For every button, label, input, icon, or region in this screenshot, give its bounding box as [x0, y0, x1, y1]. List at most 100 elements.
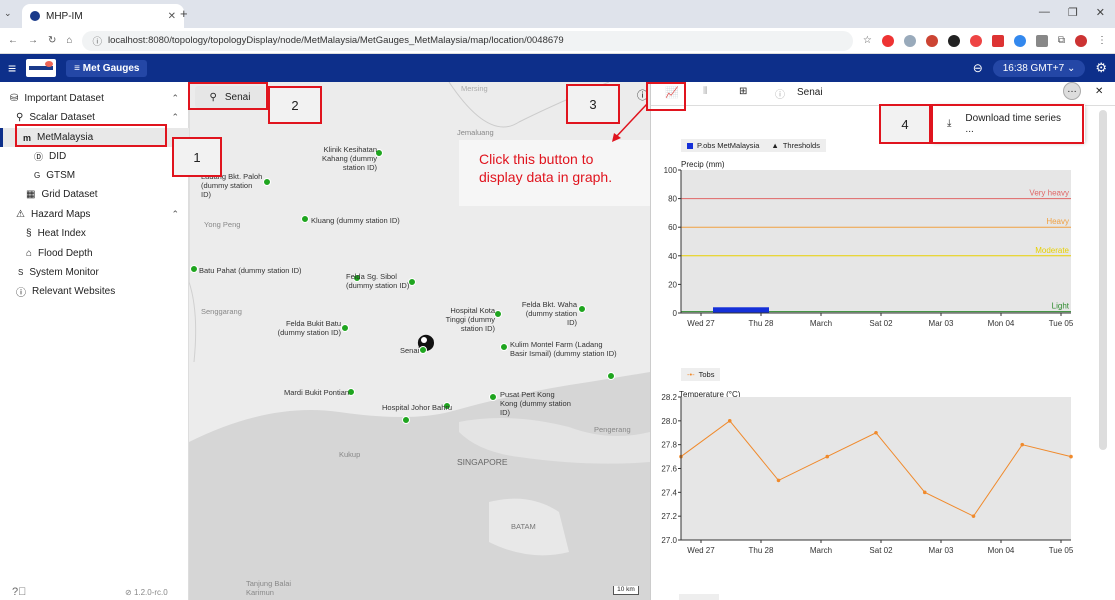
annotation-number-text: 3 — [589, 96, 597, 112]
annotation-number-text: 1 — [193, 149, 201, 165]
browser-tab[interactable]: MHP-IM ✕ — [22, 4, 184, 28]
table-view-icon[interactable]: ⊞ — [739, 86, 747, 97]
precip-chart[interactable]: 0 20 40 60 80 100 Very heavy Heavy Moderate Light… — [651, 167, 1115, 337]
tab-menu-chevron-icon[interactable]: ⌄ — [4, 8, 12, 19]
station-marker[interactable] — [263, 178, 271, 186]
panel-scrollbar[interactable] — [1099, 110, 1107, 450]
hamburger-menu-icon[interactable]: ≡ — [8, 60, 16, 76]
station-label: Hospital Johor Bahru — [382, 403, 453, 412]
home-icon[interactable]: ⌂ — [66, 35, 72, 46]
selected-station-label: Senai — [400, 346, 420, 355]
y-tick-label: 0 — [673, 309, 678, 318]
x-tick-label: Tue 05 — [1049, 546, 1074, 555]
chart-panel: ⓘ 📈 ⦀ ⊞ ⓘ Senai … ✕ ⤓ Download time seri… — [637, 82, 1115, 600]
browser-tab-strip: ⌄ MHP-IM ✕ + — ❐ ✕ — [0, 0, 1115, 28]
bookmark-star-icon[interactable]: ☆ — [863, 35, 872, 46]
met-gauges-layer-button[interactable]: ≡ Met Gauges — [66, 59, 148, 77]
x-tick-label: March — [810, 319, 832, 328]
legend-label[interactable]: Thresholds — [783, 141, 820, 150]
url-field[interactable]: ⓘ localhost:8080/topology/topologyDispla… — [82, 30, 853, 51]
x-tick-label: Mon 04 — [988, 546, 1015, 555]
met-gauges-label: Met Gauges — [82, 62, 140, 74]
station-marker[interactable] — [341, 324, 349, 332]
extension-icon[interactable] — [969, 34, 982, 47]
map-scale-label: 10 km — [617, 586, 635, 593]
close-tab-icon[interactable]: ✕ — [168, 11, 176, 22]
annotation-number-text: 4 — [901, 116, 909, 132]
browser-menu-icon[interactable]: ⋮ — [1097, 35, 1107, 46]
extension-icon[interactable] — [947, 34, 960, 47]
station-marker[interactable] — [190, 265, 198, 273]
sidebar-label: Relevant Websites — [32, 286, 116, 297]
station-marker-selected[interactable] — [419, 346, 427, 354]
sidebar-item-system-monitor[interactable]: S System Monitor — [0, 263, 189, 282]
legend: -•- Tobs — [681, 368, 721, 381]
station-marker[interactable] — [578, 305, 586, 313]
time-selector[interactable]: 16:38 GMT+7 ⌄ — [992, 59, 1086, 77]
profile-avatar-icon[interactable] — [1075, 34, 1087, 47]
sidebar-item-relevant-websites[interactable]: ⓘ Relevant Websites — [0, 282, 189, 301]
station-label: Klinik Kesihatan Kahang (dummy station I… — [321, 145, 377, 172]
sidebar-item-hazard-maps[interactable]: ⚠ Hazard Maps ⌃ — [0, 205, 189, 224]
extension-icon[interactable] — [1013, 34, 1026, 47]
settings-gear-icon[interactable]: ⚙ — [1095, 60, 1107, 76]
sidebar-item-important-dataset[interactable]: ⛁ Important Dataset ⌃ — [0, 89, 189, 108]
temperature-point — [776, 478, 781, 483]
back-icon[interactable]: ← — [8, 35, 18, 46]
sidebar-item-did[interactable]: Ⓓ DID — [0, 147, 189, 166]
sidebar-item-gtsm[interactable]: G GTSM — [0, 166, 189, 185]
sidebar-item-flood-depth[interactable]: ⌂ Flood Depth — [0, 244, 189, 263]
place-label: Tanjung Balai Karimun — [246, 579, 292, 597]
threshold-label: Moderate — [1035, 246, 1069, 255]
x-tick-label: March — [810, 546, 832, 555]
extension-icon[interactable] — [903, 34, 916, 47]
legend-swatch — [687, 142, 693, 149]
legend-line-icon: -•- — [687, 370, 695, 379]
station-marker[interactable] — [402, 416, 410, 424]
bar-view-icon[interactable]: ⦀ — [703, 86, 707, 97]
details-icon[interactable]: ⓘ — [775, 86, 785, 101]
sidebar-item-grid-dataset[interactable]: ▦ Grid Dataset — [0, 185, 189, 204]
station-label: Mardi Bukit Pontian — [284, 388, 350, 397]
restore-icon[interactable]: ❐ — [1068, 6, 1078, 19]
station-marker[interactable] — [607, 372, 615, 380]
timeline-toggle-icon[interactable]: ⊖ — [973, 61, 983, 75]
close-panel-icon[interactable]: ✕ — [1095, 86, 1103, 97]
station-marker[interactable] — [494, 310, 502, 318]
minimize-icon[interactable]: — — [1039, 6, 1050, 19]
close-window-icon[interactable]: ✕ — [1096, 6, 1105, 19]
extensions-puzzle-icon[interactable]: ⧉ — [1058, 35, 1065, 46]
place-label: Yong Peng — [204, 220, 241, 229]
station-label: Felda Sg. Sibol (dummy station ID) — [346, 272, 410, 290]
more-options-icon[interactable]: … — [1063, 82, 1081, 100]
extension-icon[interactable] — [925, 34, 938, 47]
y-tick-label: 60 — [668, 223, 677, 232]
y-tick-label: 27.0 — [661, 536, 677, 545]
annotation-number-1: 1 — [172, 137, 222, 177]
annotation-number-3: 3 — [566, 84, 620, 124]
sidebar-item-heat-index[interactable]: § Heat Index — [0, 224, 189, 243]
temperature-point — [1020, 442, 1025, 447]
opera-ext-icon[interactable] — [881, 34, 894, 47]
station-marker[interactable] — [301, 215, 309, 223]
site-info-icon[interactable]: ⓘ — [92, 34, 102, 48]
annotation-box-4 — [931, 104, 1084, 144]
threshold-label: Light — [1052, 302, 1070, 311]
extension-icon[interactable] — [1035, 34, 1048, 47]
sidebar-label: Grid Dataset — [41, 189, 98, 200]
legend-label[interactable]: P.obs MetMalaysia — [697, 141, 759, 150]
x-tick-label: Wed 27 — [687, 319, 715, 328]
did-icon: Ⓓ — [34, 152, 44, 162]
help-icon[interactable]: ?⃝ — [12, 586, 26, 598]
station-marker[interactable] — [500, 343, 508, 351]
legend-label[interactable]: Tobs — [699, 370, 715, 379]
app-logo — [26, 59, 57, 77]
reload-icon[interactable]: ↻ — [48, 35, 56, 46]
legend: P.obs MetMalaysia ▲ Thresholds — [681, 139, 826, 152]
station-marker[interactable] — [489, 393, 497, 401]
new-tab-icon[interactable]: + — [180, 6, 188, 21]
station-label: Felda Bkt. Waha (dummy station ID) — [521, 300, 577, 327]
forward-icon[interactable]: → — [28, 35, 38, 46]
temperature-chart[interactable]: 27.0 27.2 27.4 27.6 27.8 28.0 28.2 Wed 27 Thu 28… — [651, 394, 1115, 564]
extension-icon[interactable] — [991, 34, 1004, 47]
